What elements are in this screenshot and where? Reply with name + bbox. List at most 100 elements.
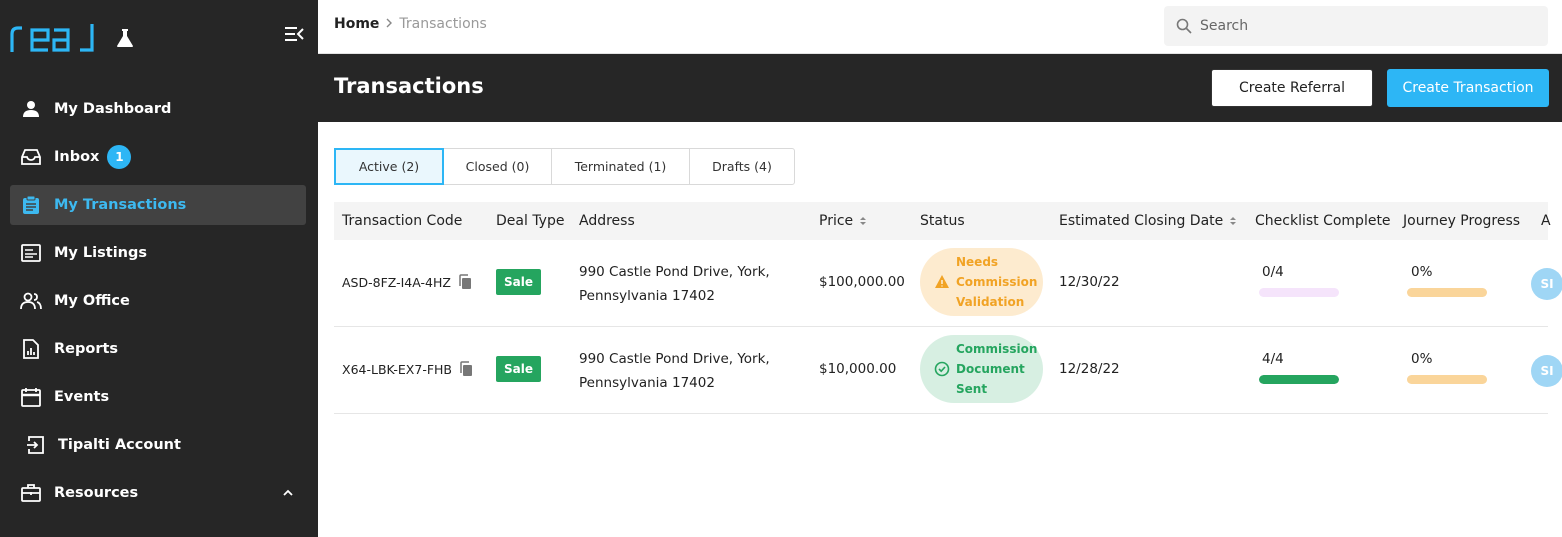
table-header: Transaction Code Deal Type Address Price… [334,202,1551,240]
column-header-price[interactable]: Price [819,213,867,229]
sidebar-item-events[interactable]: Events [10,377,306,417]
journey-cell: 0% [1407,264,1487,297]
collapse-sidebar-icon[interactable] [284,25,304,43]
status-text: Needs Commission Validation [956,252,1037,312]
column-header-journey-progress: Journey Progress [1403,213,1521,229]
sidebar-item-label: Events [54,389,110,405]
table-row[interactable]: ASD-8FZ-I4A-4HZ Sale 990 Castle Pond Dri… [334,240,1562,327]
transaction-tabs: Active (2) Closed (0) Terminated (1) Dra… [334,148,795,185]
column-header-label: Estimated Closing Date [1059,213,1224,229]
sort-icon[interactable] [1229,216,1237,226]
checklist-count: 4/4 [1262,351,1284,367]
status-pill: Commission Document Sent [920,335,1043,403]
column-header-transaction-code: Transaction Code [342,213,463,229]
page-title: Transactions [334,74,484,98]
inbox-icon [20,146,42,168]
checklist-count: 0/4 [1262,264,1284,280]
column-header-address: Address [579,213,635,229]
sidebar-item-label: My Dashboard [54,101,172,117]
tab-terminated[interactable]: Terminated (1) [552,149,690,184]
address-line-2: Pennsylvania 17402 [579,375,715,391]
journey-progress-bar [1407,375,1487,384]
check-circle-icon [934,361,950,377]
sidebar-item-resources[interactable]: Resources [10,473,306,513]
transaction-code: X64-LBK-EX7-FHB [342,361,453,377]
page-header: Transactions Create Referral Create Tran… [318,54,1562,122]
deal-type-badge: Sale [496,269,541,295]
column-header-agent: A [1541,213,1551,229]
search-input[interactable] [1200,18,1530,34]
sidebar-item-label: Resources [54,485,139,501]
status-text: Commission Document Sent [956,339,1037,399]
sidebar-item-label: My Office [54,293,130,309]
deal-type-badge: Sale [496,356,541,382]
chevron-up-icon[interactable] [282,487,294,499]
warning-icon [935,275,949,288]
flask-icon[interactable] [116,28,134,48]
sidebar-item-my-dashboard[interactable]: My Dashboard [10,89,306,129]
closing-date-cell: 12/28/22 [1059,361,1120,377]
create-transaction-button[interactable]: Create Transaction [1387,69,1549,107]
checklist-progress-bar [1259,375,1339,384]
checklist-cell: 4/4 [1259,351,1339,384]
sidebar-item-label: My Transactions [54,197,187,213]
person-icon [20,98,42,120]
breadcrumb: Home Transactions [334,16,487,32]
sidebar-item-my-office[interactable]: My Office [10,281,306,321]
top-bar: Home Transactions [318,0,1562,54]
breadcrumb-home-link[interactable]: Home [334,16,379,32]
clipboard-icon [20,194,42,216]
column-header-label: Price [819,213,854,229]
login-icon [24,434,46,456]
address-line-1: 990 Castle Pond Drive, York, [579,351,770,367]
avatar[interactable]: SI [1531,268,1562,300]
sidebar-item-label: Inbox [54,149,100,165]
status-line: Validation [956,295,1025,309]
create-referral-button[interactable]: Create Referral [1211,69,1373,107]
tab-closed[interactable]: Closed (0) [444,149,552,184]
sidebar-item-reports[interactable]: Reports [10,329,306,369]
sidebar-item-my-listings[interactable]: My Listings [10,233,306,273]
copy-icon[interactable] [458,274,472,290]
transactions-table: Transaction Code Deal Type Address Price… [334,202,1562,414]
tab-drafts[interactable]: Drafts (4) [690,149,794,184]
sidebar-item-label: My Listings [54,245,148,261]
sidebar-item-my-transactions[interactable]: My Transactions [10,185,306,225]
column-header-checklist-complete: Checklist Complete [1255,213,1391,229]
checklist-progress-bar [1259,288,1339,297]
sidebar-item-tipalti-account[interactable]: Tipalti Account [10,425,306,465]
sort-icon[interactable] [859,216,867,226]
transaction-code-cell: X64-LBK-EX7-FHB [342,361,473,377]
people-icon [20,290,42,312]
column-header-status: Status [920,213,965,229]
address-line-1: 990 Castle Pond Drive, York, [579,264,770,280]
address-cell: 990 Castle Pond Drive, York, Pennsylvani… [579,347,794,395]
sidebar-item-inbox[interactable]: Inbox 1 [10,137,306,177]
price-cell: $100,000.00 [819,274,905,290]
chevron-right-icon [385,17,393,31]
table-row[interactable]: X64-LBK-EX7-FHB Sale 990 Castle Pond Dri… [334,327,1562,414]
copy-icon[interactable] [459,361,473,377]
checklist-cell: 0/4 [1259,264,1339,297]
avatar[interactable]: SI [1531,355,1562,387]
journey-percent: 0% [1411,264,1433,280]
journey-percent: 0% [1411,351,1433,367]
report-icon [20,338,42,360]
listing-icon [20,242,42,264]
status-line: Document [956,362,1025,376]
tab-active[interactable]: Active (2) [334,148,444,185]
briefcase-icon [20,482,42,504]
real-logo[interactable] [10,22,96,54]
closing-date-cell: 12/30/22 [1059,274,1120,290]
search-icon [1176,18,1192,34]
address-cell: 990 Castle Pond Drive, York, Pennsylvani… [579,260,794,308]
transaction-code-cell: ASD-8FZ-I4A-4HZ [342,274,472,290]
journey-progress-bar [1407,288,1487,297]
price-cell: $10,000.00 [819,361,897,377]
search-box[interactable] [1164,6,1548,46]
column-header-estimated-closing-date[interactable]: Estimated Closing Date [1059,213,1237,229]
breadcrumb-current: Transactions [399,16,487,32]
inbox-count-badge: 1 [107,145,132,169]
status-line: Commission [956,275,1038,289]
checklist-progress-fill [1259,375,1339,384]
